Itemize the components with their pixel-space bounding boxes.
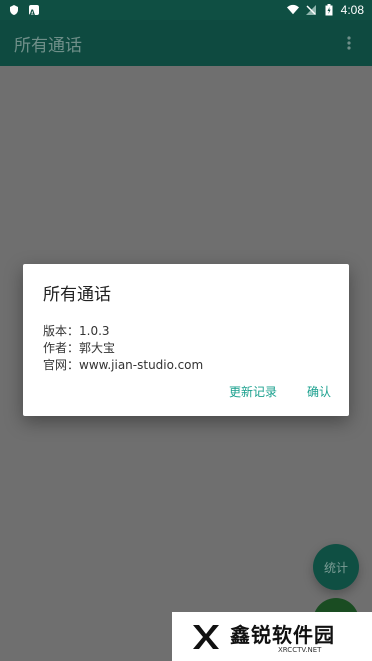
- version-line: 版本：1.0.3: [43, 324, 110, 338]
- watermark: 鑫锐软件园 XRCCTV.NET: [172, 612, 372, 661]
- website-line: 官网：www.jian-studio.com: [43, 358, 204, 372]
- status-bar: A 4:08: [0, 0, 372, 20]
- status-left: A: [8, 4, 40, 18]
- status-right: 4:08: [286, 3, 364, 17]
- about-dialog: 所有通话 版本：1.0.3 作者：郭大宝 官网：www.jian-studio.…: [23, 264, 349, 416]
- wifi-icon: [286, 4, 299, 16]
- app-title: 所有通话: [14, 35, 82, 56]
- app-bar: 所有通话: [0, 20, 372, 66]
- dialog-body: 版本：1.0.3 作者：郭大宝 官网：www.jian-studio.com: [43, 323, 329, 374]
- author-line: 作者：郭大宝: [43, 341, 116, 355]
- watermark-cn: 鑫锐软件园: [230, 623, 335, 647]
- watermark-en: XRCCTV.NET: [278, 646, 322, 654]
- stats-fab[interactable]: 统计: [313, 544, 359, 590]
- no-signal-icon: [305, 4, 317, 16]
- dialog-actions: 更新记录 确认: [223, 377, 337, 406]
- shield-icon: [8, 4, 20, 16]
- stats-fab-label: 统计: [323, 560, 348, 575]
- dialog-title: 所有通话: [43, 285, 111, 305]
- confirm-button[interactable]: 确认: [301, 377, 337, 406]
- logo-icon: [193, 624, 219, 649]
- changelog-button[interactable]: 更新记录: [223, 377, 283, 406]
- more-vert-icon[interactable]: [340, 32, 358, 54]
- status-time: 4:08: [340, 3, 364, 17]
- a-icon: A: [28, 4, 40, 18]
- watermark-text: 鑫锐软件园 XRCCTV.NET: [230, 619, 335, 654]
- battery-icon: [323, 4, 335, 16]
